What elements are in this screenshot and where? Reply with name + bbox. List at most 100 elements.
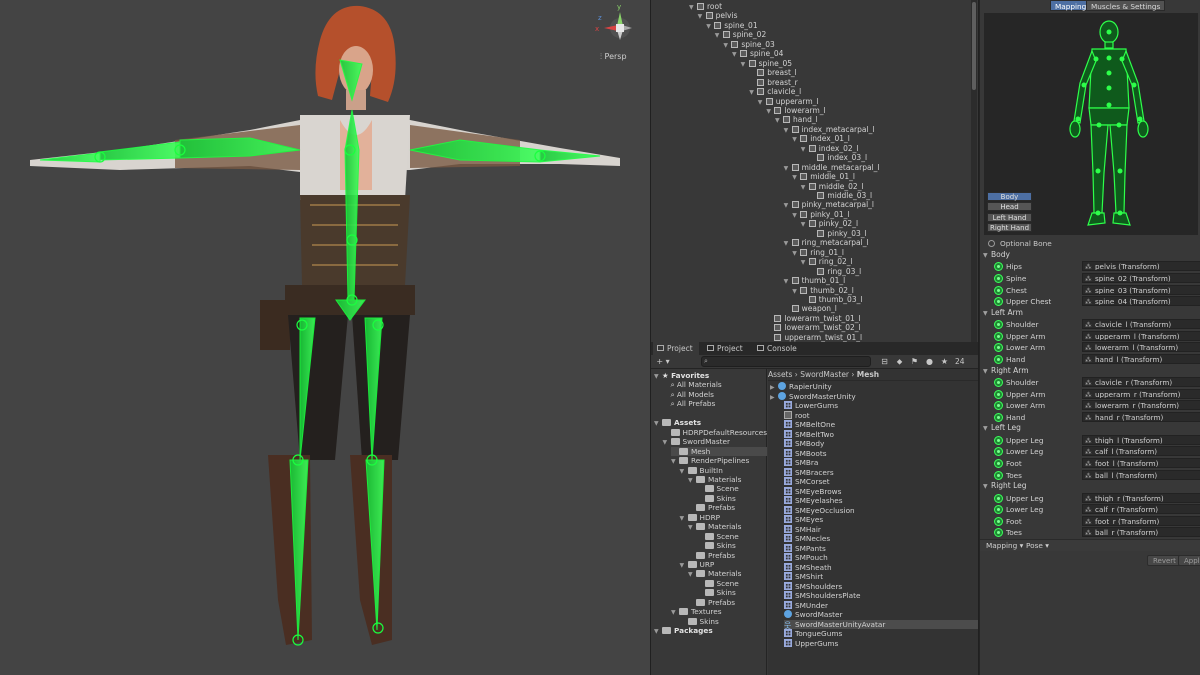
expand-arrow-icon[interactable]: ▼: [801, 183, 809, 193]
revert-button[interactable]: Revert: [1147, 555, 1182, 566]
folder-tree-item[interactable]: Skins: [697, 541, 736, 550]
asset-list-item[interactable]: SMBeltOne: [784, 420, 835, 430]
bone-transform-field[interactable]: clavicle_l (Transform): [1082, 319, 1200, 330]
folder-tree-item[interactable]: Skins: [697, 588, 736, 597]
asset-list-item[interactable]: SMNecles: [784, 534, 830, 544]
bone-status-icon[interactable]: [994, 378, 1003, 387]
bone-transform-field[interactable]: thigh_l (Transform): [1082, 434, 1200, 445]
scene-view[interactable]: y x z ⫶ Persp: [0, 0, 650, 675]
expand-arrow-icon[interactable]: ▼: [680, 467, 688, 476]
folder-tree-item[interactable]: Skins: [697, 494, 736, 503]
bone-status-icon[interactable]: [994, 435, 1003, 445]
bone-transform-field[interactable]: ball_r (Transform): [1082, 527, 1200, 538]
asset-list-item[interactable]: ▶ SwordMasterUnity: [770, 391, 856, 403]
breadcrumb-item[interactable]: Assets: [768, 370, 792, 379]
favorite-star-icon[interactable]: ★: [940, 357, 949, 366]
expand-arrow-icon[interactable]: ▼: [698, 12, 706, 22]
asset-list-item[interactable]: SMBra: [784, 458, 818, 468]
expand-arrow-icon[interactable]: ▼: [663, 438, 671, 447]
folder-tree-item[interactable]: ▼ BuiltIn: [680, 466, 723, 475]
bone-transform-field[interactable]: hand_l (Transform): [1082, 354, 1200, 364]
bone-transform-field[interactable]: lowerarm_r (Transform): [1082, 400, 1200, 411]
project-tab[interactable]: Console: [753, 342, 803, 355]
asset-list-item[interactable]: TongueGums: [784, 629, 842, 639]
expand-arrow-icon[interactable]: ▼: [654, 627, 662, 636]
asset-list-item[interactable]: SMEyes: [784, 515, 823, 525]
asset-list-item[interactable]: LowerGums: [784, 401, 838, 411]
asset-list-item[interactable]: SMBoots: [784, 448, 827, 459]
expand-arrow-icon[interactable]: ▼: [654, 372, 662, 381]
folder-tree-item[interactable]: Prefabs: [688, 503, 735, 512]
folder-tree-item[interactable]: Scene: [697, 532, 739, 541]
expand-arrow-icon[interactable]: ▼: [792, 211, 800, 221]
body-part-button[interactable]: Right Hand: [987, 223, 1032, 233]
hierarchy-item[interactable]: upperarm_twist_01_l: [766, 333, 862, 342]
asset-list-item[interactable]: SMSheath: [784, 562, 832, 573]
folder-tree-item[interactable]: ▼ Materials: [688, 569, 741, 578]
bone-status-icon[interactable]: [994, 528, 1003, 538]
bone-status-icon[interactable]: [994, 285, 1003, 295]
folder-tree-item[interactable]: Prefabs: [688, 551, 735, 560]
bone-transform-field[interactable]: spine_03 (Transform): [1082, 284, 1200, 295]
bone-status-icon[interactable]: [994, 355, 1003, 364]
bone-group-header[interactable]: ▼ Body: [983, 250, 1010, 260]
expand-arrow-icon[interactable]: ▼: [792, 135, 800, 145]
folder-tree-item[interactable]: Prefabs: [688, 598, 735, 607]
expand-arrow-icon[interactable]: ▶: [770, 393, 778, 403]
expand-arrow-icon[interactable]: ▼: [792, 249, 800, 259]
asset-list-item[interactable]: SMShirt: [784, 572, 823, 582]
folder-tree-item[interactable]: ▼ Materials: [688, 475, 741, 484]
bone-transform-field[interactable]: upperarm_l (Transform): [1082, 330, 1200, 341]
apply-button[interactable]: Apply: [1178, 555, 1200, 566]
expand-arrow-icon[interactable]: ▼: [688, 570, 696, 579]
expand-arrow-icon[interactable]: ▼: [688, 476, 696, 485]
expand-arrow-icon[interactable]: ▼: [689, 3, 697, 13]
folder-tree-item[interactable]: Skins: [680, 617, 719, 626]
asset-list-item[interactable]: SMEyelashes: [784, 496, 843, 506]
expand-arrow-icon[interactable]: ▼: [983, 251, 991, 261]
breadcrumb-item[interactable]: Mesh: [857, 370, 879, 379]
search-by-type-icon[interactable]: ⊟: [880, 357, 889, 366]
bone-status-icon[interactable]: [994, 412, 1003, 422]
asset-list-item[interactable]: SMBeltTwo: [784, 429, 834, 440]
asset-list-item[interactable]: SMUnder: [784, 600, 828, 611]
bone-status-icon[interactable]: [994, 459, 1003, 468]
asset-list-item[interactable]: SMHair: [784, 524, 821, 535]
expand-arrow-icon[interactable]: ▼: [715, 31, 723, 41]
asset-list-item[interactable]: 웃 SwordMasterUnityAvatar: [784, 619, 978, 629]
pose-dropdown[interactable]: Pose ▾: [1026, 541, 1049, 550]
bone-status-icon[interactable]: [994, 274, 1003, 283]
folder-tree-item[interactable]: ▼ ★ Favorites: [654, 371, 709, 380]
expand-arrow-icon[interactable]: ▼: [801, 220, 809, 230]
asset-list-item[interactable]: root: [784, 410, 810, 421]
expand-arrow-icon[interactable]: ▼: [983, 367, 991, 377]
bone-transform-field[interactable]: calf_r (Transform): [1082, 504, 1200, 515]
add-asset-button[interactable]: + ▾: [655, 357, 671, 366]
scene-canvas[interactable]: y x z: [0, 0, 650, 675]
bone-transform-field[interactable]: ball_l (Transform): [1082, 469, 1200, 480]
expand-arrow-icon[interactable]: ▼: [801, 145, 809, 155]
search-by-label-icon[interactable]: ⬥: [895, 357, 904, 366]
breadcrumb-item[interactable]: SwordMaster: [800, 370, 849, 379]
asset-list-item[interactable]: SMBracers: [784, 467, 834, 478]
expand-arrow-icon[interactable]: ▼: [680, 561, 688, 570]
expand-arrow-icon[interactable]: ▼: [758, 98, 766, 108]
asset-list-item[interactable]: SMPouch: [784, 553, 828, 563]
expand-arrow-icon[interactable]: ▼: [749, 88, 757, 98]
bone-transform-field[interactable]: foot_l (Transform): [1082, 458, 1200, 468]
expand-arrow-icon[interactable]: ▼: [792, 287, 800, 297]
bone-group-header[interactable]: ▼ Right Leg: [983, 481, 1027, 491]
folder-tree-item[interactable]: ▼ Assets: [654, 418, 701, 427]
expand-arrow-icon[interactable]: ▼: [671, 608, 679, 617]
bone-status-icon[interactable]: [994, 320, 1003, 330]
expand-arrow-icon[interactable]: ▼: [792, 173, 800, 183]
bone-transform-field[interactable]: lowerarm_l (Transform): [1082, 342, 1200, 353]
bone-status-icon[interactable]: [994, 297, 1003, 307]
filter-icon[interactable]: ⚑: [910, 357, 919, 366]
expand-arrow-icon[interactable]: ▼: [784, 201, 792, 211]
expand-arrow-icon[interactable]: ▼: [784, 277, 792, 287]
folder-tree-item[interactable]: Scene: [697, 579, 739, 588]
bone-transform-field[interactable]: thigh_r (Transform): [1082, 492, 1200, 503]
expand-arrow-icon[interactable]: ▼: [775, 116, 783, 126]
folder-tree-item[interactable]: HDRPDefaultResources: [663, 428, 767, 437]
